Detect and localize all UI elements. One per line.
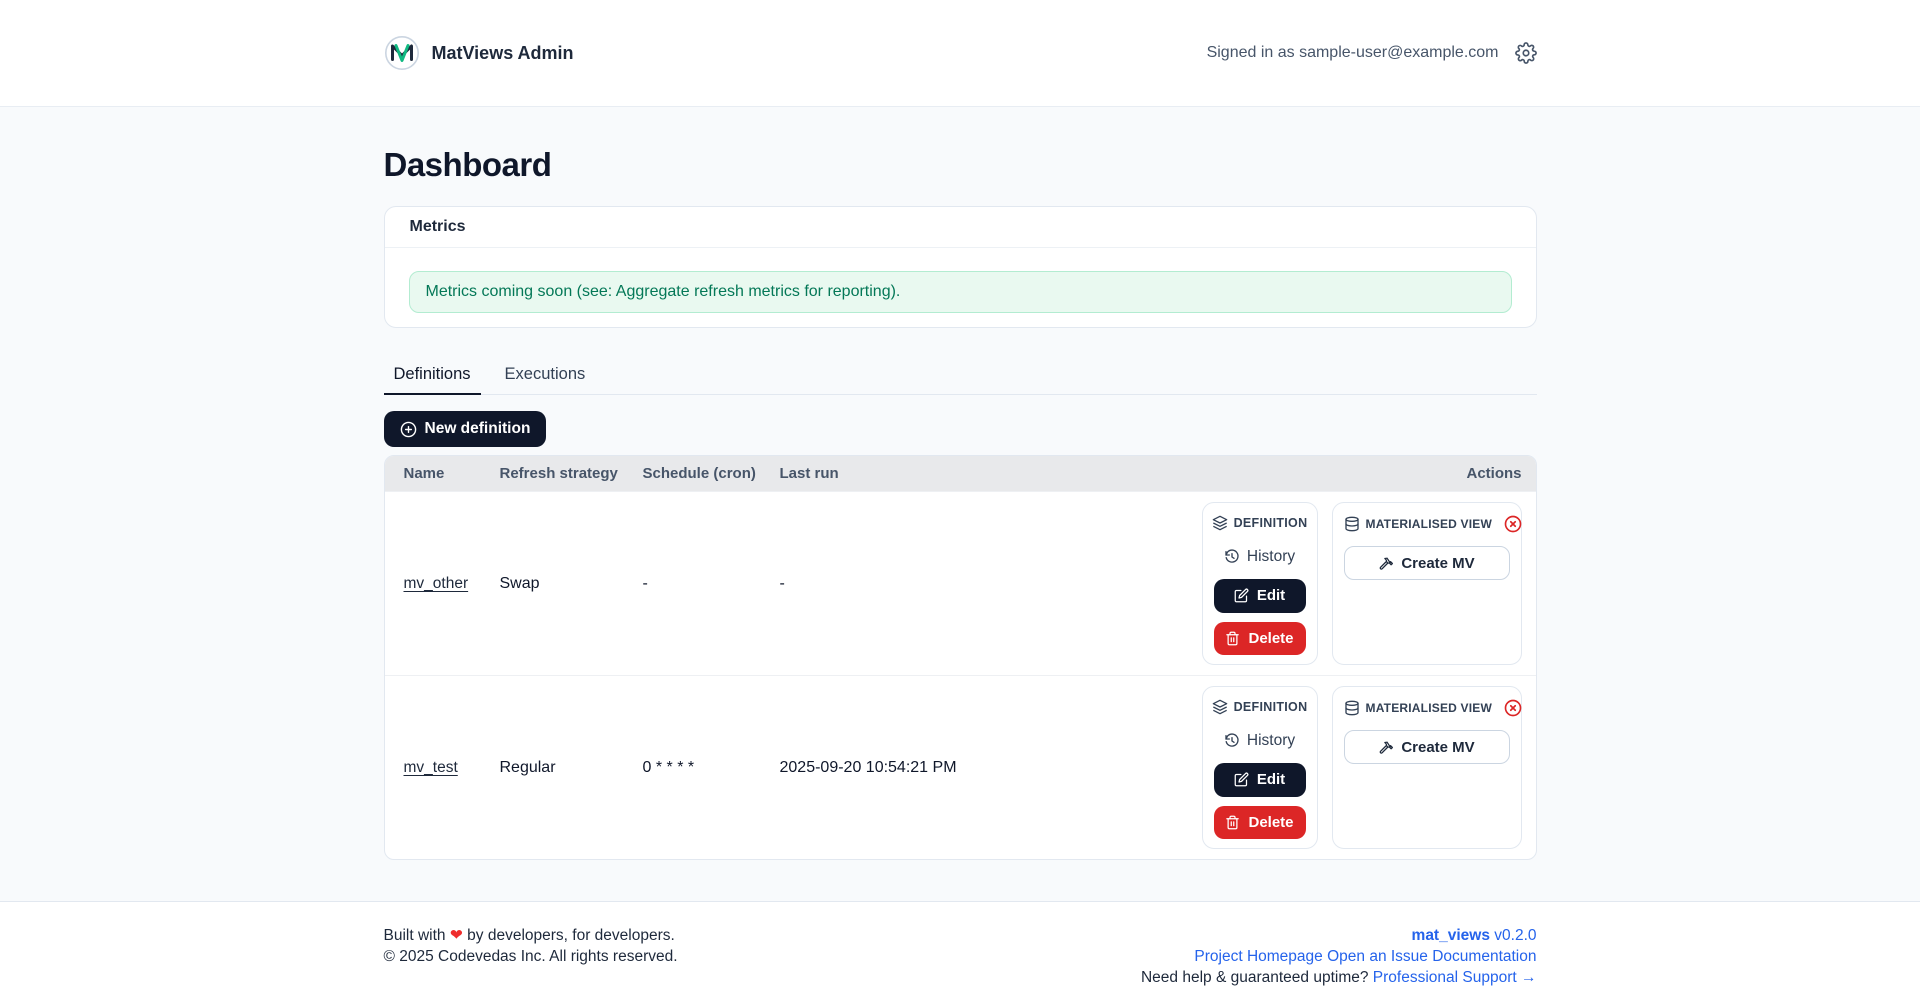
definition-panel: DEFINITION History: [1202, 686, 1318, 849]
definition-panel-title: DEFINITION: [1234, 700, 1308, 714]
delete-label: Delete: [1248, 814, 1293, 831]
history-label: History: [1247, 548, 1295, 566]
mv-panel-title: MATERIALISED VIEW: [1366, 517, 1493, 531]
open-an-issue-link[interactable]: Open an Issue: [1327, 948, 1428, 965]
database-icon: [1344, 516, 1360, 532]
database-icon: [1344, 700, 1360, 716]
column-header-refresh-strategy: Refresh strategy: [481, 456, 624, 491]
delete-button[interactable]: Delete: [1214, 806, 1306, 840]
support-line: Need help & guaranteed uptime? Professio…: [1141, 967, 1537, 988]
mat-views-brand-link[interactable]: mat_views: [1412, 927, 1490, 944]
column-header-last-run: Last run: [761, 456, 1196, 491]
refresh-strategy-cell: Swap: [481, 492, 624, 675]
schedule-cell: 0 * * * *: [624, 676, 761, 859]
materialised-view-panel: MATERIALISED VIEW: [1332, 686, 1522, 849]
brand: MatViews Admin: [384, 35, 574, 71]
delete-button[interactable]: Delete: [1214, 622, 1306, 656]
delete-label: Delete: [1248, 630, 1293, 647]
metrics-coming-soon-alert: Metrics coming soon (see: Aggregate refr…: [409, 271, 1512, 313]
definition-link-mv-other[interactable]: mv_other: [404, 575, 469, 593]
circle-x-icon: [1504, 515, 1522, 533]
footer: Built with ❤ by developers, for develope…: [0, 901, 1920, 1003]
trash-icon: [1225, 815, 1240, 830]
tab-executions[interactable]: Executions: [495, 357, 596, 394]
matviews-logo-icon: [384, 35, 420, 71]
actions-cell: DEFINITION History: [1196, 676, 1536, 859]
plus-circle-icon: [400, 421, 417, 438]
column-header-name: Name: [385, 456, 481, 491]
version-label: v0.2.0: [1494, 927, 1536, 944]
version-line: mat_views v0.2.0: [1141, 925, 1537, 946]
tab-definitions[interactable]: Definitions: [384, 357, 481, 395]
tab-bar: Definitions Executions: [384, 357, 1537, 395]
gear-icon[interactable]: [1515, 42, 1537, 64]
materialised-view-panel: MATERIALISED VIEW: [1332, 502, 1522, 665]
create-mv-label: Create MV: [1401, 739, 1474, 756]
edit-button[interactable]: Edit: [1214, 579, 1306, 613]
mv-panel-title: MATERIALISED VIEW: [1366, 701, 1493, 715]
built-with-line: Built with ❤ by developers, for develope…: [384, 925, 678, 946]
last-run-cell: 2025-09-20 10:54:21 PM: [761, 676, 1196, 859]
definition-panel: DEFINITION History: [1202, 502, 1318, 665]
project-homepage-link[interactable]: Project Homepage: [1194, 948, 1322, 965]
professional-support-link[interactable]: Professional Support →: [1373, 969, 1537, 986]
edit-label: Edit: [1257, 771, 1285, 788]
table-row: mv_other Swap - - DEFINITION: [385, 491, 1536, 675]
footer-links-line: Project Homepage Open an Issue Documenta…: [1141, 946, 1537, 967]
heart-icon: ❤: [450, 927, 463, 944]
metrics-card-title: Metrics: [385, 207, 1536, 248]
column-header-schedule: Schedule (cron): [624, 456, 761, 491]
definition-panel-title: DEFINITION: [1234, 516, 1308, 530]
definition-link-mv-test[interactable]: mv_test: [404, 759, 458, 777]
new-definition-label: New definition: [425, 420, 531, 438]
layers-icon: [1212, 699, 1228, 715]
signed-in-text: Signed in as sample-user@example.com: [1207, 44, 1499, 62]
documentation-link[interactable]: Documentation: [1432, 948, 1536, 965]
trash-icon: [1225, 631, 1240, 646]
history-label: History: [1247, 732, 1295, 750]
built-with-suffix: by developers, for developers.: [467, 927, 675, 944]
definitions-table: Name Refresh strategy Schedule (cron) La…: [384, 455, 1537, 860]
create-mv-label: Create MV: [1401, 555, 1474, 572]
edit-icon: [1234, 588, 1249, 603]
create-mv-button[interactable]: Create MV: [1344, 546, 1510, 580]
page-title: Dashboard: [384, 107, 1537, 184]
schedule-cell: -: [624, 492, 761, 675]
hammer-icon: [1378, 740, 1393, 755]
edit-button[interactable]: Edit: [1214, 763, 1306, 797]
app-title: MatViews Admin: [432, 43, 574, 64]
edit-icon: [1234, 772, 1249, 787]
table-header-row: Name Refresh strategy Schedule (cron) La…: [385, 456, 1536, 491]
copyright-line: © 2025 Codevedas Inc. All rights reserve…: [384, 946, 678, 967]
history-icon: [1224, 733, 1240, 749]
edit-label: Edit: [1257, 587, 1285, 604]
column-header-actions: Actions: [1196, 456, 1536, 491]
support-prefix: Need help & guaranteed uptime?: [1141, 969, 1369, 986]
hammer-icon: [1378, 556, 1393, 571]
built-with-prefix: Built with: [384, 927, 446, 944]
table-row: mv_test Regular 0 * * * * 2025-09-20 10:…: [385, 675, 1536, 859]
create-mv-button[interactable]: Create MV: [1344, 730, 1510, 764]
layers-icon: [1212, 515, 1228, 531]
metrics-card: Metrics Metrics coming soon (see: Aggreg…: [384, 206, 1537, 328]
refresh-strategy-cell: Regular: [481, 676, 624, 859]
history-link[interactable]: History: [1224, 732, 1295, 750]
new-definition-button[interactable]: New definition: [384, 411, 547, 447]
actions-cell: DEFINITION History: [1196, 492, 1536, 675]
history-link[interactable]: History: [1224, 548, 1295, 566]
last-run-cell: -: [761, 492, 1196, 675]
history-icon: [1224, 549, 1240, 565]
top-bar: MatViews Admin Signed in as sample-user@…: [0, 0, 1920, 107]
circle-x-icon: [1504, 699, 1522, 717]
